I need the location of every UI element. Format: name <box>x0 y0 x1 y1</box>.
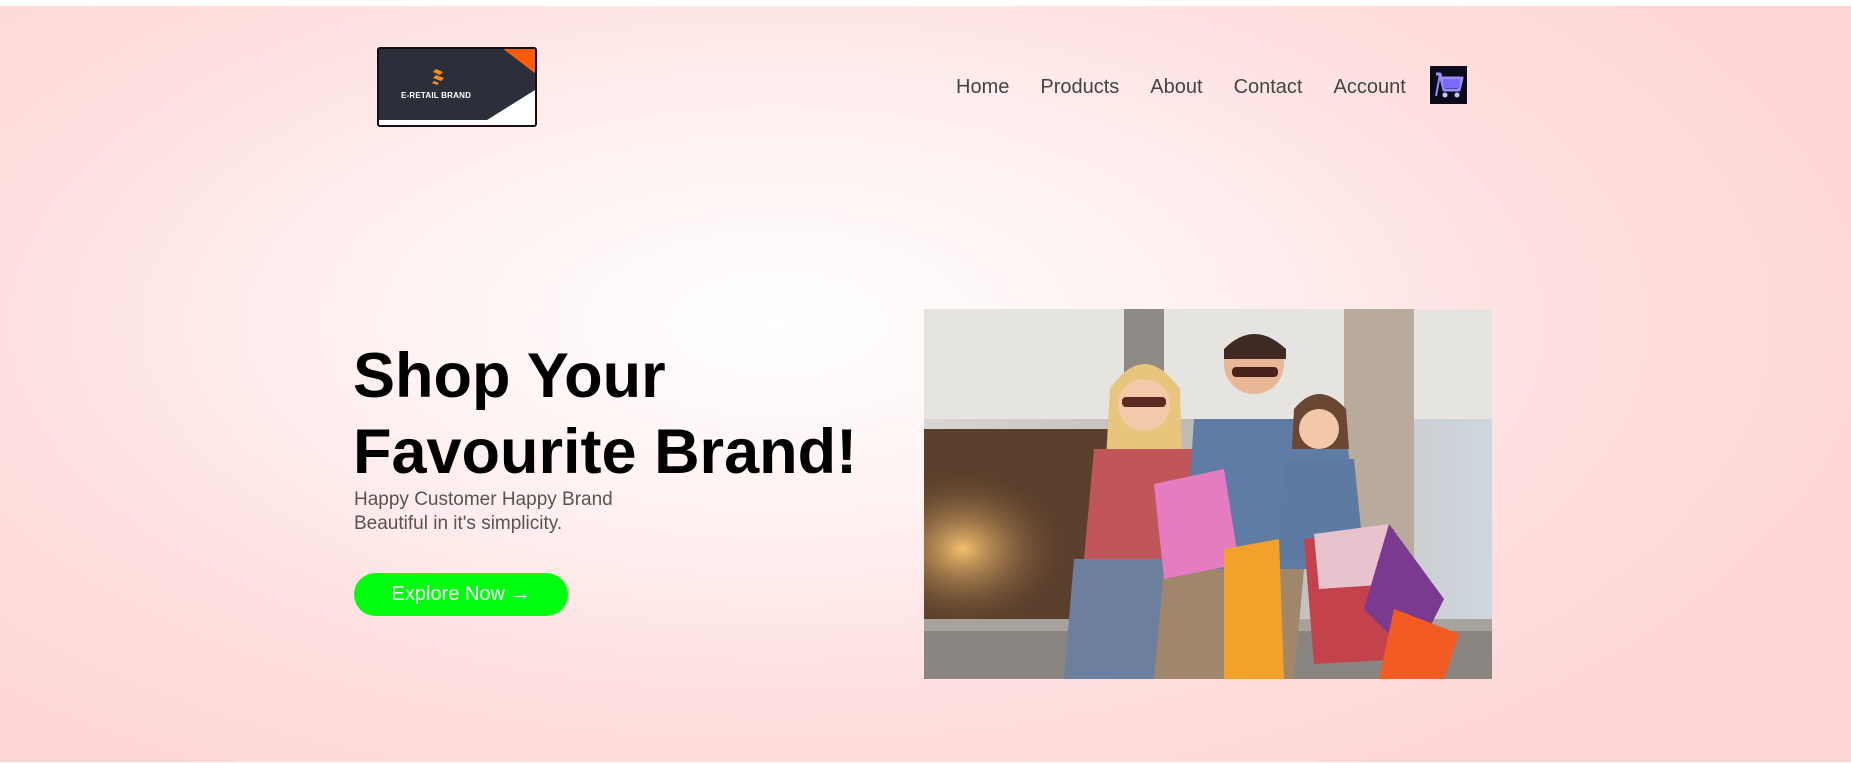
hero-subtitle: Happy Customer Happy Brand Beautiful in … <box>354 488 613 536</box>
explore-now-button[interactable]: Explore Now → <box>354 573 568 616</box>
nav-account[interactable]: Account <box>1334 76 1406 99</box>
hero-image <box>924 309 1492 679</box>
page: E-RETAIL BRAND Home Products About Conta… <box>0 6 1851 762</box>
hero-subtitle-line-1: Happy Customer Happy Brand <box>354 489 613 510</box>
family-shopping-photo <box>924 309 1492 679</box>
brand-logo[interactable]: E-RETAIL BRAND <box>377 47 537 127</box>
logo-bottom-strip <box>379 120 535 125</box>
hero-title-line-2: Favourite Brand! <box>353 417 858 487</box>
logo-accent-corner <box>502 49 535 74</box>
shopping-cart-icon <box>1435 72 1464 98</box>
logo-white-corner <box>487 90 535 120</box>
nav-about[interactable]: About <box>1150 76 1202 99</box>
nav-home[interactable]: Home <box>956 76 1009 99</box>
hero-title-line-1: Shop Your <box>353 341 666 411</box>
main-nav: Home Products About Contact Account <box>956 76 1437 99</box>
hero-title: Shop Your Favourite Brand! <box>353 338 857 490</box>
hero-subtitle-line-2: Beautiful in it's simplicity. <box>354 513 563 534</box>
nav-products[interactable]: Products <box>1040 76 1119 99</box>
brand-mark-icon <box>432 69 444 85</box>
logo-text: E-RETAIL BRAND <box>401 91 472 100</box>
nav-contact[interactable]: Contact <box>1234 76 1303 99</box>
cart-button[interactable] <box>1430 66 1467 104</box>
